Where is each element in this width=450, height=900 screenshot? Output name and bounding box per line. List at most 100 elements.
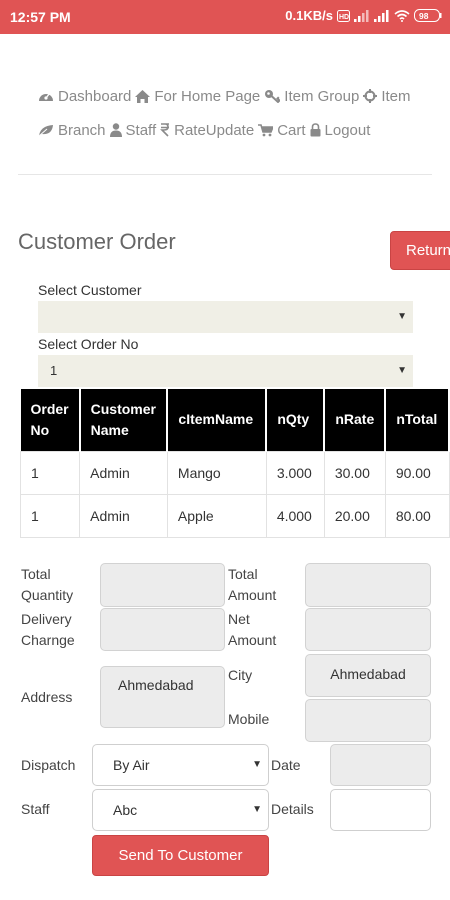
nav-rate-update[interactable]: RateUpdate [160, 122, 254, 139]
return-button[interactable]: Return [390, 231, 450, 270]
home-icon [135, 89, 151, 103]
cart-icon [258, 123, 274, 136]
select-order-value: 1 [50, 363, 58, 378]
table-cell: 1 [19, 493, 81, 538]
nav-row-1: Dashboard For Home Page Item Group Item [38, 86, 438, 106]
net-amount-label: Net Amount [228, 611, 277, 648]
staff-dropdown[interactable]: Abc ▼ [92, 789, 269, 831]
table-cell: Apple [166, 493, 267, 538]
nav-label: Item Group [284, 87, 360, 105]
orders-table: Order No Customer Name cItemName nQty nR… [19, 389, 450, 538]
battery-icon: 98 [414, 9, 442, 22]
page-title: Customer Order [18, 229, 176, 254]
delivery-charge-field[interactable] [100, 608, 225, 651]
dispatch-label: Dispatch [21, 757, 76, 773]
send-to-customer-button[interactable]: Send To Customer [92, 835, 269, 876]
nav-home-page[interactable]: For Home Page [135, 88, 260, 105]
table-cell: Mango [166, 450, 267, 495]
caret-down-icon: ▼ [397, 311, 407, 322]
city-label: City [228, 667, 253, 683]
staff-value: Abc [113, 802, 138, 818]
nav-staff[interactable]: Staff [109, 121, 157, 139]
address-label: Address [21, 689, 73, 705]
nav-label: Item [381, 87, 411, 105]
status-time: 12:57 PM [10, 9, 71, 25]
svg-text:98: 98 [419, 11, 429, 21]
signal-icon [354, 9, 370, 22]
nav-label: For Home Page [154, 87, 261, 105]
nav-row-2: Branch Staff RateUpdate Cart Logout [38, 120, 438, 140]
city-field[interactable]: Ahmedabad [305, 654, 431, 697]
table-cell: 80.00 [384, 493, 450, 538]
crosshair-icon [363, 89, 378, 103]
net-amount-field[interactable] [305, 608, 431, 651]
caret-down-icon: ▼ [397, 365, 407, 376]
leaf-icon [38, 124, 53, 136]
delivery-charge-label: Delivery Charnge [21, 611, 75, 648]
total-amount-label: Total Amount [228, 566, 277, 603]
main-nav: Dashboard For Home Page Item Group Item … [38, 86, 438, 154]
network-speed: 0.1KB/s [285, 8, 333, 23]
svg-text:HD: HD [339, 14, 349, 21]
table-cell: 4.000 [265, 493, 325, 538]
hd-icon: HD [337, 9, 350, 22]
nav-label: Logout [324, 121, 371, 139]
table-cell: Admin [79, 450, 168, 495]
nav-label: Branch [58, 121, 106, 139]
column-header: nQty [266, 389, 326, 451]
nav-divider [18, 174, 432, 175]
nav-label: RateUpdate [174, 121, 255, 139]
caret-down-icon: ▼ [252, 804, 262, 815]
total-amount-field[interactable] [305, 563, 431, 607]
date-label: Date [271, 757, 301, 773]
key-icon [265, 90, 281, 103]
nav-dashboard[interactable]: Dashboard [38, 88, 131, 105]
table-cell: 30.00 [323, 450, 386, 495]
select-customer-label: Select Customer [38, 282, 142, 298]
address-field[interactable]: Ahmedabad [100, 666, 225, 728]
total-quantity-field[interactable] [100, 563, 225, 607]
column-header: Order No [20, 389, 81, 451]
rupee-icon [160, 123, 170, 137]
signal-icon-2 [374, 9, 390, 22]
column-header: cItemName [167, 389, 268, 451]
nav-branch[interactable]: Branch [38, 122, 106, 139]
table-cell: 90.00 [384, 450, 450, 495]
column-header: nRate [324, 389, 387, 451]
dispatch-dropdown[interactable]: By Air ▼ [92, 744, 269, 786]
staff-label: Staff [21, 801, 50, 817]
caret-down-icon: ▼ [252, 759, 262, 770]
nav-item[interactable]: Item [363, 87, 411, 105]
nav-item-group[interactable]: Item Group [264, 88, 359, 105]
nav-label: Dashboard [58, 87, 132, 105]
tachometer-icon [39, 93, 53, 101]
table-cell: 20.00 [323, 493, 386, 538]
mobile-label: Mobile [228, 711, 270, 727]
mobile-field[interactable] [305, 699, 431, 742]
total-quantity-label: Total Quantity [21, 566, 74, 603]
details-input[interactable] [330, 789, 431, 831]
select-order-dropdown[interactable]: 1 ▼ [38, 355, 413, 387]
nav-cart[interactable]: Cart [258, 121, 306, 139]
column-header: nTotal [385, 389, 450, 451]
dispatch-value: By Air [113, 757, 150, 773]
details-label: Details [271, 801, 314, 817]
table-cell: 1 [19, 450, 81, 495]
lock-icon [310, 123, 321, 137]
column-header: Customer Name [79, 389, 169, 451]
nav-label: Cart [277, 121, 306, 139]
status-bar: 12:57 PM 0.1KB/s HD 98 [0, 0, 450, 34]
table-cell: 3.000 [265, 450, 325, 495]
user-icon [109, 123, 122, 137]
wifi-icon [394, 9, 410, 22]
status-icons: 0.1KB/s HD 98 [285, 8, 442, 23]
table-cell: Admin [79, 493, 168, 538]
table-header-row: Order No Customer Name cItemName nQty nR… [20, 389, 450, 451]
nav-logout[interactable]: Logout [310, 121, 371, 139]
table-row: 1 Admin Apple 4.000 20.00 80.00 [19, 493, 450, 538]
date-field[interactable] [330, 744, 431, 786]
nav-label: Staff [125, 121, 157, 139]
table-row: 1 Admin Mango 3.000 30.00 90.00 [19, 450, 450, 495]
select-customer-dropdown[interactable]: ▼ [38, 301, 413, 333]
select-order-label: Select Order No [38, 336, 139, 352]
